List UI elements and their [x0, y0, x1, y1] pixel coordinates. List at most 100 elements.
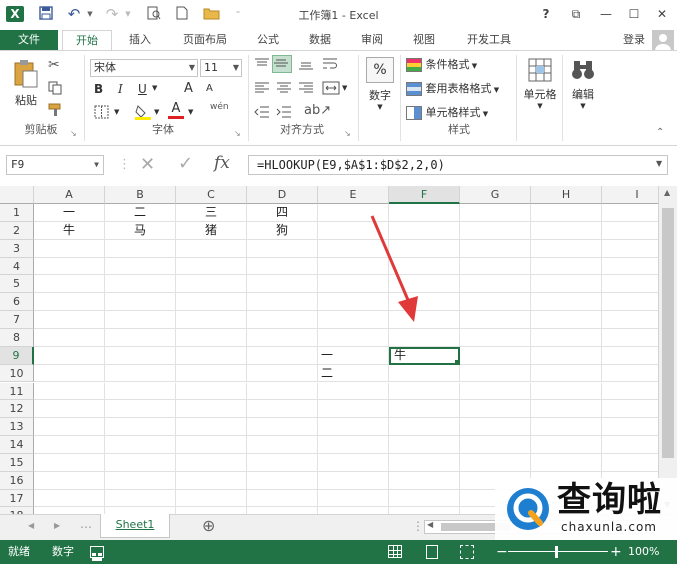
cell-I1[interactable]	[602, 204, 658, 222]
cell-B5[interactable]	[105, 275, 176, 294]
formula-options-icon[interactable]: ⋮	[118, 157, 131, 172]
cell-A3[interactable]	[34, 239, 105, 258]
cell-G1[interactable]	[460, 204, 531, 222]
ribbon-display-button[interactable]: ⧉	[566, 5, 586, 23]
cell-A12[interactable]	[34, 400, 105, 419]
cell-H1[interactable]	[531, 204, 602, 222]
editing-button[interactable]: 编辑 ▼	[566, 57, 600, 110]
cell-C14[interactable]	[176, 436, 247, 454]
cell-C1[interactable]: 三	[176, 204, 247, 222]
cell-H7[interactable]	[531, 311, 602, 329]
orientation-icon[interactable]: ab↗	[304, 103, 331, 118]
increase-indent-icon[interactable]	[276, 105, 292, 122]
expand-formula-bar-icon[interactable]: ▼	[656, 159, 662, 168]
cell-E16[interactable]	[318, 471, 389, 490]
tab-data[interactable]: 数据	[298, 30, 342, 50]
hscroll-split-icon[interactable]: ⋮	[412, 519, 424, 535]
cell-I15[interactable]	[602, 454, 658, 472]
cell-B11[interactable]	[105, 382, 176, 401]
column-header-A[interactable]: A	[34, 186, 105, 204]
cell-I12[interactable]	[602, 400, 658, 419]
font-name-select[interactable]: 宋体 ▼	[90, 59, 198, 77]
zoom-slider[interactable]	[508, 551, 608, 552]
merge-center-icon[interactable]	[322, 81, 340, 98]
cell-H3[interactable]	[531, 239, 602, 258]
cell-D17[interactable]	[247, 489, 318, 508]
underline-dropdown-icon[interactable]: ▼	[152, 84, 157, 92]
italic-button[interactable]: I	[118, 82, 123, 96]
row-header-3[interactable]: 3	[0, 239, 34, 258]
insert-function-icon[interactable]: fx	[214, 153, 230, 173]
cell-E15[interactable]	[318, 453, 389, 472]
fill-color-dropdown-icon[interactable]: ▼	[154, 108, 159, 116]
grow-font-button[interactable]: A	[184, 81, 193, 96]
cell-D14[interactable]	[247, 436, 318, 454]
cell-D6[interactable]	[247, 293, 318, 312]
font-color-dropdown-icon[interactable]: ▼	[188, 108, 193, 116]
cell-H14[interactable]	[531, 436, 602, 454]
column-header-D[interactable]: D	[247, 186, 318, 204]
cell-A16[interactable]	[34, 471, 105, 490]
row-header-2[interactable]: 2	[0, 221, 34, 240]
conditional-format-button[interactable]: 条件格式 ▼	[406, 57, 477, 75]
row-header-5[interactable]: 5	[0, 275, 34, 294]
zoom-level[interactable]: 100%	[628, 540, 659, 564]
cell-F9[interactable]: 牛	[389, 346, 460, 365]
row-header-7[interactable]: 7	[0, 311, 34, 329]
cell-H13[interactable]	[531, 418, 602, 437]
tab-home[interactable]: 开始	[62, 30, 112, 50]
column-header-E[interactable]: E	[318, 186, 389, 204]
cell-D4[interactable]	[247, 257, 318, 276]
cell-E12[interactable]	[318, 400, 389, 419]
worksheet-grid[interactable]: A B C D E F G H I 1 一二三四 2 牛马猪狗 3 4 5 6 7 8 9 一牛 10 二 11 12 13 14 1…	[0, 186, 658, 514]
cell-C3[interactable]	[176, 239, 247, 258]
cell-G9[interactable]	[460, 346, 531, 365]
cell-I4[interactable]	[602, 258, 658, 276]
wrap-text-icon[interactable]	[322, 57, 338, 74]
cell-C4[interactable]	[176, 257, 247, 276]
row-header-14[interactable]: 14	[0, 436, 34, 454]
merge-dropdown-icon[interactable]: ▼	[342, 84, 347, 92]
cell-G13[interactable]	[460, 418, 531, 437]
minimize-button[interactable]: —	[596, 5, 616, 23]
cell-I10[interactable]	[602, 365, 658, 383]
tab-review[interactable]: 审阅	[350, 30, 394, 50]
page-break-view-icon[interactable]	[460, 545, 474, 559]
cell-G14[interactable]	[460, 436, 531, 454]
cell-I3[interactable]	[602, 240, 658, 258]
cell-H10[interactable]	[531, 364, 602, 383]
cell-I7[interactable]	[602, 311, 658, 329]
align-center-icon[interactable]	[276, 81, 292, 98]
scroll-up-icon[interactable]: ▲	[664, 188, 670, 197]
cell-B17[interactable]	[105, 489, 176, 508]
row-header-17[interactable]: 17	[0, 489, 34, 508]
font-launcher-icon[interactable]: ↘	[234, 129, 241, 138]
cell-G10[interactable]	[460, 364, 531, 383]
font-size-select[interactable]: 11 ▼	[200, 59, 242, 77]
cell-F15[interactable]	[389, 453, 460, 472]
formula-input[interactable]: =HLOOKUP(E9,$A$1:$D$2,2,0)	[248, 155, 668, 175]
cell-A15[interactable]	[34, 453, 105, 472]
bold-button[interactable]: B	[94, 82, 103, 96]
cell-H15[interactable]	[531, 453, 602, 472]
cell-B6[interactable]	[105, 293, 176, 312]
cell-E10[interactable]: 二	[318, 364, 389, 383]
next-sheet-icon[interactable]: ▶	[54, 521, 60, 530]
cell-I9[interactable]	[602, 347, 658, 365]
cell-D11[interactable]	[247, 382, 318, 401]
row-header-6[interactable]: 6	[0, 293, 34, 312]
cell-D10[interactable]	[247, 364, 318, 383]
cell-G4[interactable]	[460, 257, 531, 276]
cell-G15[interactable]	[460, 453, 531, 472]
cell-B4[interactable]	[105, 257, 176, 276]
avatar[interactable]	[652, 30, 674, 52]
cell-C13[interactable]	[176, 418, 247, 437]
cell-B10[interactable]	[105, 364, 176, 383]
cell-E14[interactable]	[318, 436, 389, 454]
align-middle-icon[interactable]	[272, 55, 292, 73]
cell-C7[interactable]	[176, 311, 247, 329]
cell-F16[interactable]	[389, 471, 460, 490]
row-header-10[interactable]: 10	[0, 364, 34, 383]
collapse-ribbon-icon[interactable]: ⌃	[656, 127, 664, 138]
decrease-indent-icon[interactable]	[254, 105, 270, 122]
